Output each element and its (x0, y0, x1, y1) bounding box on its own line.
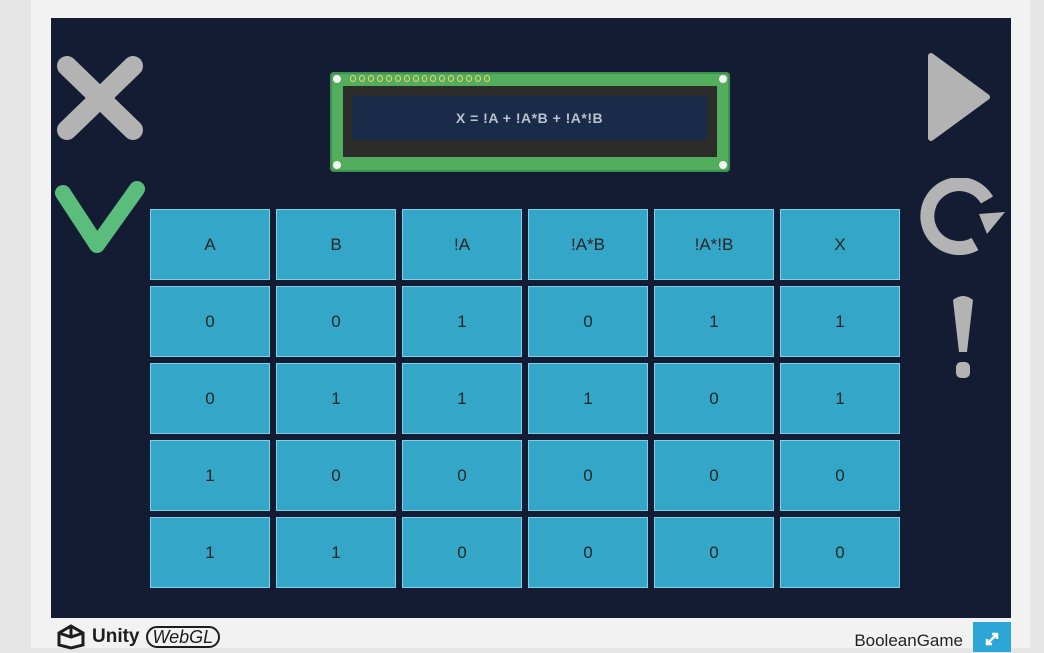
fullscreen-icon (985, 632, 999, 646)
mount-hole (719, 75, 727, 83)
table-cell[interactable]: 0 (654, 363, 774, 434)
restart-icon[interactable] (917, 178, 1007, 256)
game-canvas[interactable]: X = !A + !A*B + !A*!B A B !A !A*B !A*!B … (51, 18, 1011, 618)
header-cell: X (780, 209, 900, 280)
unity-cube-icon (57, 624, 85, 650)
table-cell[interactable]: 1 (402, 363, 522, 434)
table-cell[interactable]: 1 (150, 517, 270, 588)
table-cell[interactable]: 0 (780, 440, 900, 511)
header-cell: A (150, 209, 270, 280)
table-cell[interactable]: 1 (528, 363, 648, 434)
table-cell[interactable]: 0 (528, 286, 648, 357)
table-cell[interactable]: 0 (150, 286, 270, 357)
header-cell: !A*B (528, 209, 648, 280)
table-cell[interactable]: 0 (780, 517, 900, 588)
table-cell[interactable]: 1 (402, 286, 522, 357)
table-cell[interactable]: 0 (276, 440, 396, 511)
table-cell[interactable]: 0 (528, 440, 648, 511)
header-cell: B (276, 209, 396, 280)
table-cell[interactable]: 0 (402, 517, 522, 588)
mount-hole (719, 161, 727, 169)
table-cell[interactable]: 0 (654, 440, 774, 511)
play-icon[interactable] (923, 52, 991, 142)
table-cell[interactable]: 1 (780, 363, 900, 434)
mount-hole (333, 75, 341, 83)
table-cell[interactable]: 1 (276, 517, 396, 588)
table-cell[interactable]: 1 (150, 440, 270, 511)
table-cell[interactable]: 1 (654, 286, 774, 357)
webgl-footer: Unity WebGL BooleanGame (0, 618, 1044, 650)
header-cell: !A (402, 209, 522, 280)
lcd-pins (350, 75, 490, 85)
table-cell[interactable]: 1 (780, 286, 900, 357)
unity-logo: Unity WebGL (56, 624, 221, 650)
unity-brand: Unity (92, 626, 140, 647)
table-row: 1 0 0 0 0 0 (150, 440, 900, 511)
table-cell[interactable]: 1 (276, 363, 396, 434)
exclamation-icon[interactable] (945, 292, 981, 382)
lcd-display: X = !A + !A*B + !A*!B (330, 72, 730, 172)
table-row: 0 1 1 1 0 1 (150, 363, 900, 434)
header-cell: !A*!B (654, 209, 774, 280)
table-cell[interactable]: 0 (276, 286, 396, 357)
close-icon[interactable] (57, 56, 143, 140)
mount-hole (333, 161, 341, 169)
game-title: BooleanGame (854, 631, 963, 650)
table-row: 1 1 0 0 0 0 (150, 517, 900, 588)
table-cell[interactable]: 0 (528, 517, 648, 588)
webgl-brand: WebGL (145, 626, 221, 648)
table-row: 0 0 1 0 1 1 (150, 286, 900, 357)
checkmark-icon[interactable] (55, 181, 145, 255)
lcd-bezel: X = !A + !A*B + !A*!B (343, 86, 717, 157)
table-cell[interactable]: 0 (654, 517, 774, 588)
table-cell[interactable]: 0 (402, 440, 522, 511)
header-row: A B !A !A*B !A*!B X (150, 209, 900, 280)
expression-text: X = !A + !A*B + !A*!B (352, 96, 707, 140)
table-cell[interactable]: 0 (150, 363, 270, 434)
